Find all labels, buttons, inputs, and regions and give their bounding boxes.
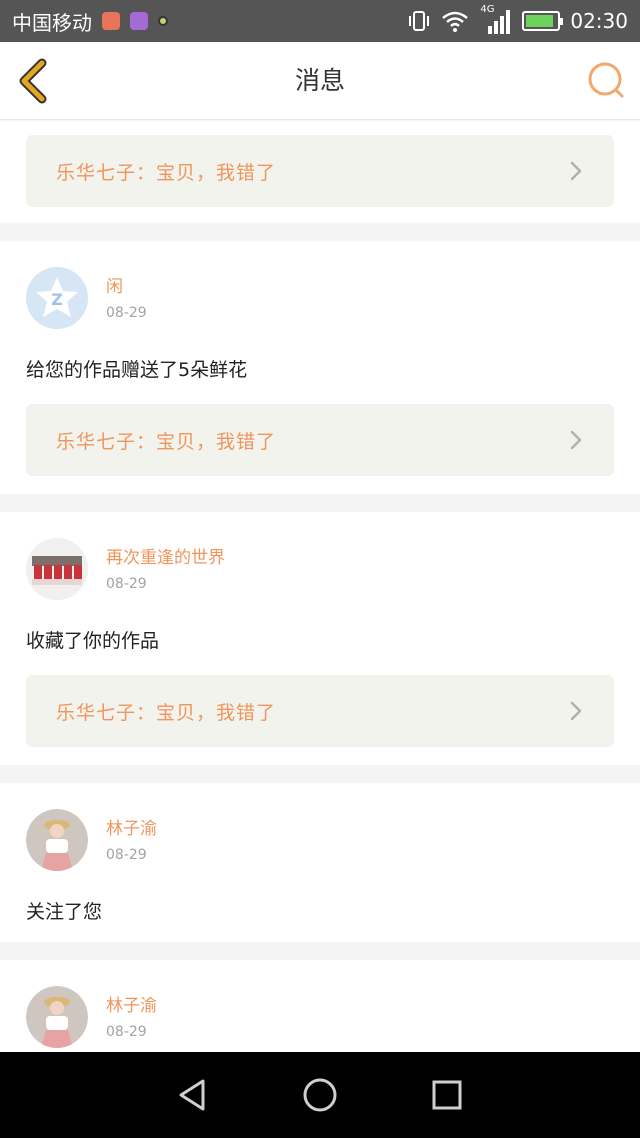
quoted-work[interactable]: 乐华七子：宝贝，我错了 [26, 135, 614, 207]
message-date: 08-29 [106, 576, 147, 592]
message-card: 再次重逢的世界 08-29 收藏了你的作品 乐华七子：宝贝，我错了 [0, 512, 640, 765]
message-text: 关注了您 [26, 901, 103, 923]
quoted-work-title: 乐华七子：宝贝，我错了 [56, 701, 277, 724]
chevron-right-icon [570, 161, 582, 181]
message-card: 乐华七子：宝贝，我错了 [0, 121, 640, 223]
recents-square-icon[interactable] [427, 1075, 467, 1115]
quoted-work-title: 乐华七子：宝贝，我错了 [56, 161, 277, 184]
sender-info: 闲 08-29 [106, 275, 147, 321]
message-sender[interactable]: 再次重逢的世界 08-29 [26, 538, 614, 600]
girl-photo-avatar [26, 986, 88, 1048]
message-date: 08-29 [106, 847, 147, 863]
notification-dot-icon [158, 16, 168, 26]
wifi-icon [442, 11, 469, 32]
mail-app-icon [102, 12, 120, 30]
message-card: Z 闲 08-29 给您的作品赠送了5朵鲜花 乐华七子：宝贝，我错了 [0, 241, 640, 494]
sender-info: 林子渝 08-29 [106, 817, 157, 863]
message-date: 08-29 [106, 305, 147, 321]
message-card: 林子渝 08-29 关注了您 [0, 783, 640, 942]
app-header: 消息 [0, 42, 640, 120]
system-nav-bar [0, 1052, 640, 1138]
sender-name[interactable]: 林子渝 [106, 994, 157, 1018]
battery-level [526, 15, 554, 27]
message-list[interactable]: 乐华七子：宝贝，我错了 Z 闲 08-29 给您的作品赠送了5朵鲜花 乐华七子：… [0, 121, 640, 1052]
girl-photo-avatar [26, 809, 88, 871]
message-text: 收藏了你的作品 [26, 630, 160, 652]
sender-name[interactable]: 再次重逢的世界 [106, 546, 225, 570]
quoted-work[interactable]: 乐华七子：宝贝，我错了 [26, 675, 614, 747]
star-z-icon: Z [26, 267, 88, 329]
home-circle-icon[interactable] [300, 1075, 340, 1115]
svg-text:Z: Z [51, 290, 63, 309]
search-icon[interactable] [586, 60, 626, 100]
status-left: 中国移动 [12, 7, 168, 36]
avatar[interactable] [26, 538, 88, 600]
message-text: 给您的作品赠送了5朵鲜花 [26, 359, 248, 381]
quoted-work[interactable]: 乐华七子：宝贝，我错了 [26, 404, 614, 476]
status-right: 4G 02:30 [408, 4, 628, 34]
status-bar: 中国移动 4G 02:30 [0, 0, 640, 42]
avatar[interactable]: Z [26, 267, 88, 329]
message-date: 08-29 [106, 1024, 147, 1040]
chevron-right-icon [570, 701, 582, 721]
message-sender[interactable]: Z 闲 08-29 [26, 267, 614, 329]
gallery-app-icon [130, 12, 148, 30]
message-sender[interactable]: 林子渝 08-29 [26, 809, 614, 871]
sender-info: 林子渝 08-29 [106, 994, 157, 1040]
avatar[interactable] [26, 986, 88, 1048]
page-title: 消息 [294, 66, 345, 95]
group-photo-avatar [26, 538, 88, 600]
battery-icon [522, 11, 564, 31]
sender-info: 再次重逢的世界 08-29 [106, 546, 225, 592]
signal-icon: 4G [480, 4, 512, 34]
avatar[interactable] [26, 809, 88, 871]
message-card: 林子渝 08-29 [0, 960, 640, 1052]
quoted-work-title: 乐华七子：宝贝，我错了 [56, 430, 277, 453]
back-triangle-icon[interactable] [173, 1075, 213, 1115]
sender-name[interactable]: 闲 [106, 275, 147, 299]
message-sender[interactable]: 林子渝 08-29 [26, 986, 614, 1048]
carrier-label: 中国移动 [12, 10, 92, 35]
clock: 02:30 [570, 9, 628, 33]
vibrate-icon [409, 11, 430, 31]
chevron-right-icon [570, 430, 582, 450]
sender-name[interactable]: 林子渝 [106, 817, 157, 841]
